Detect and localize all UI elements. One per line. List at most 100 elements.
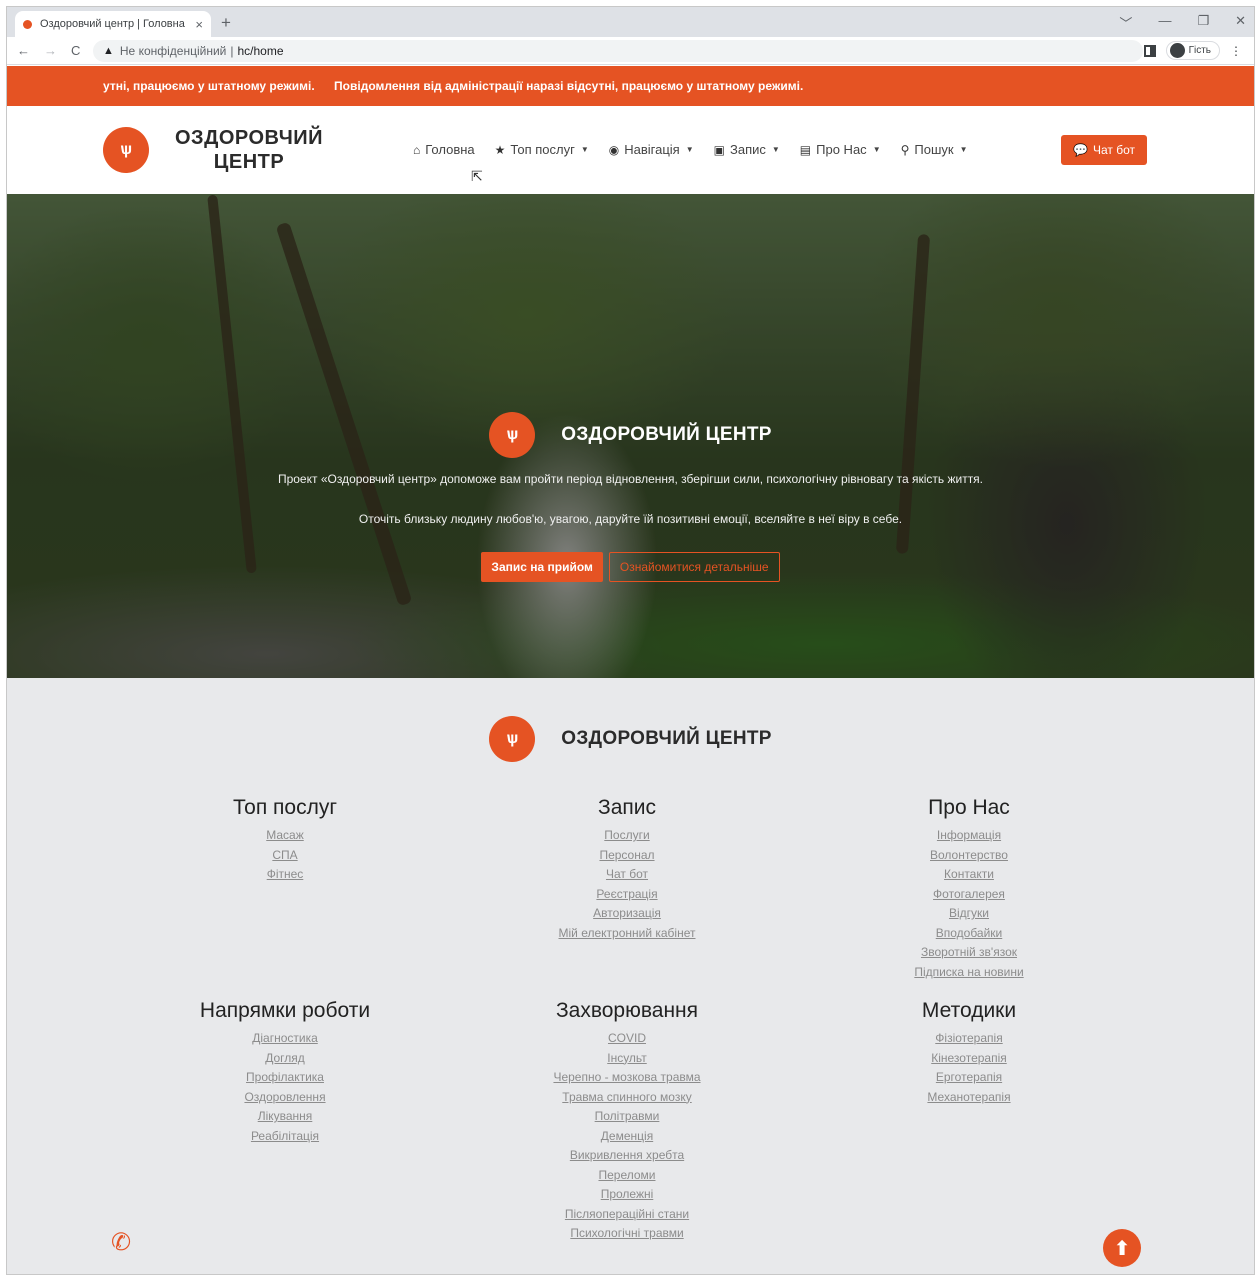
footer-column-directions: Напрямки роботи Діагностика Догляд Профілак… [135,999,435,1146]
footer-link[interactable]: Післяопераційні стани [477,1205,777,1225]
footer-link[interactable]: Послуги [477,826,777,846]
footer-column-top-services: Топ послуг Масаж СПА Фітнес [135,796,435,885]
hero-buttons: Запис на прийом Ознайомитися детальніше [7,552,1254,582]
footer-link[interactable]: Фотогалерея [819,885,1119,905]
footer-link[interactable]: Догляд [135,1049,435,1069]
nav-label: Про Нас [816,142,867,157]
back-arrow-icon[interactable]: ← [17,43,30,58]
site-logo[interactable]: ѱ ОЗДОРОВЧИЙ ЦЕНТР [103,126,323,174]
phone-icon[interactable]: ✆ [111,1228,131,1257]
nav-item-home[interactable]: ⌂ Головна [413,142,475,157]
footer-link[interactable]: Реабілітація [135,1127,435,1147]
clipboard-icon: ▣ [713,142,725,157]
footer-link[interactable]: Ерготерапія [819,1068,1119,1088]
footer-column-heading: Методики [921,999,1017,1022]
footer-column-diseases: Захворювання COVID Інсульт Черепно - мозков… [477,999,777,1244]
book-appointment-button[interactable]: Запис на прийом [481,552,603,582]
tab-search-icon[interactable]: ﹀ [1119,13,1132,32]
window-controls: ﹀ — ❐ ✕ [1119,13,1246,32]
browser-toolbar: ← → C ▲ Не конфіденційний | hc/home Гіст… [7,37,1254,65]
footer-link[interactable]: Механотерапія [819,1088,1119,1108]
reload-icon[interactable]: C [71,43,80,58]
nav-item-navigation[interactable]: ◉ Навігація ▼ [609,142,694,157]
nav-item-top-services[interactable]: ★ Топ послуг ▼ [495,142,589,157]
footer-link[interactable]: Інформація [819,826,1119,846]
nav-label: Запис [729,142,766,157]
footer-column-heading: Про Нас [928,796,1010,819]
footer-link[interactable]: Пролежні [477,1185,777,1205]
minimize-button[interactable]: — [1158,13,1171,32]
footer-link[interactable]: Лікування [135,1107,435,1127]
footer-link[interactable]: Підписка на новини [819,963,1119,983]
footer-link[interactable]: Кінезотерапія [819,1049,1119,1069]
nav-item-search[interactable]: ⚲ Пошук ▼ [901,142,968,157]
chat-bot-button[interactable]: 💬 Чат бот [1061,135,1147,165]
footer-link[interactable]: Відгуки [819,904,1119,924]
footer-link[interactable]: Вподобайки [819,924,1119,944]
learn-more-button[interactable]: Ознайомитися детальніше [608,552,780,582]
hero-content: ѱ ОЗДОРОВЧИЙ ЦЕНТР Проект «Оздоровчий це… [7,412,1254,582]
hero-banner: ѱ ОЗДОРОВЧИЙ ЦЕНТР Проект «Оздоровчий це… [7,194,1254,678]
footer-link[interactable]: Мій електронний кабінет [477,924,777,944]
nav-item-about[interactable]: ▤ Про Нас ▼ [800,142,881,157]
footer-column-about: Про Нас Інформація Волонтерство Контакти Фот… [819,796,1119,982]
tab-close-icon[interactable]: × [195,17,203,32]
nav-label: Головна [425,142,475,157]
new-tab-button[interactable]: + [221,13,231,33]
footer-link[interactable]: Оздоровлення [135,1088,435,1108]
browser-tab[interactable]: Оздоровчий центр | Головна × [15,11,211,37]
footer-link[interactable]: Реєстрація [477,885,777,905]
restore-button[interactable]: ❐ [1197,13,1209,32]
hero-text: Проект «Оздоровчий центр» допоможе вам п… [277,472,984,486]
footer-link[interactable]: Психологічні травми [477,1224,777,1244]
toolbar-right: Гість ⋮ [1143,41,1242,60]
footer-link[interactable]: Масаж [135,826,435,846]
footer-link[interactable]: Викривлення хребта [477,1146,777,1166]
footer-link[interactable]: Контакти [819,865,1119,885]
site-header: ѱ ОЗДОРОВЧИЙ ЦЕНТР ⌂ Головна ★ Топ послу… [7,106,1254,194]
footer-link[interactable]: Деменція [477,1127,777,1147]
footer-brand: ѱ ОЗДОРОВЧИЙ ЦЕНТР [7,716,1254,762]
address-bar[interactable]: ▲ Не конфіденційний | hc/home [93,40,1143,62]
footer-link[interactable]: Фітнес [135,865,435,885]
chat-bubbles-icon: 💬 [1073,143,1088,157]
footer-column-heading: Напрямки роботи [199,999,371,1022]
footer-link[interactable]: Волонтерство [819,846,1119,866]
footer-link[interactable]: Зворотній зв'язок [819,943,1119,963]
favicon-icon [23,19,32,29]
profile-button[interactable]: Гість [1165,41,1220,60]
warning-icon[interactable]: ▲ [103,45,114,57]
brand-line1: ОЗДОРОВЧИЙ [175,127,324,149]
footer-column-heading: Топ послуг [232,796,338,819]
footer-link[interactable]: Травма спинного мозку [477,1088,777,1108]
nav-item-booking[interactable]: ▣ Запис ▼ [714,142,780,157]
footer-link[interactable]: Інсульт [477,1049,777,1069]
footer-column-heading: Запис [598,796,656,819]
caret-down-icon: ▼ [771,145,780,154]
footer-link[interactable]: Політравми [477,1107,777,1127]
footer-link[interactable]: Чат бот [477,865,777,885]
book-icon: ▤ [799,142,812,157]
mouse-cursor-icon: ⇱ [471,168,483,184]
side-panel-icon[interactable] [1143,44,1156,57]
footer-link[interactable]: Профілактика [135,1068,435,1088]
security-label: Не конфіденційний [119,44,227,58]
profile-label: Гість [1188,45,1211,56]
nav-label: Топ послуг [510,142,575,157]
scroll-to-top-button[interactable]: ⬆ [1103,1229,1141,1267]
footer-link[interactable]: Діагностика [135,1029,435,1049]
tab-strip: Оздоровчий центр | Головна × + ﹀ — ❐ ✕ [7,7,1254,37]
brand-name: ОЗДОРОВЧИЙ ЦЕНТР [175,126,323,174]
forward-arrow-icon[interactable]: → [44,43,57,58]
tab-title: Оздоровчий центр | Головна [40,18,185,30]
caret-down-icon: ▼ [872,145,881,154]
footer-link[interactable]: Черепно - мозкова травма [477,1068,777,1088]
footer-link[interactable]: Персонал [477,846,777,866]
footer-link[interactable]: Фізіотерапія [819,1029,1119,1049]
close-window-button[interactable]: ✕ [1235,13,1246,32]
footer-link[interactable]: Авторизація [477,904,777,924]
footer-link[interactable]: COVID [477,1029,777,1049]
footer-link[interactable]: Переломи [477,1166,777,1186]
footer-link[interactable]: СПА [135,846,435,866]
browser-menu-icon[interactable]: ⋮ [1230,44,1242,58]
